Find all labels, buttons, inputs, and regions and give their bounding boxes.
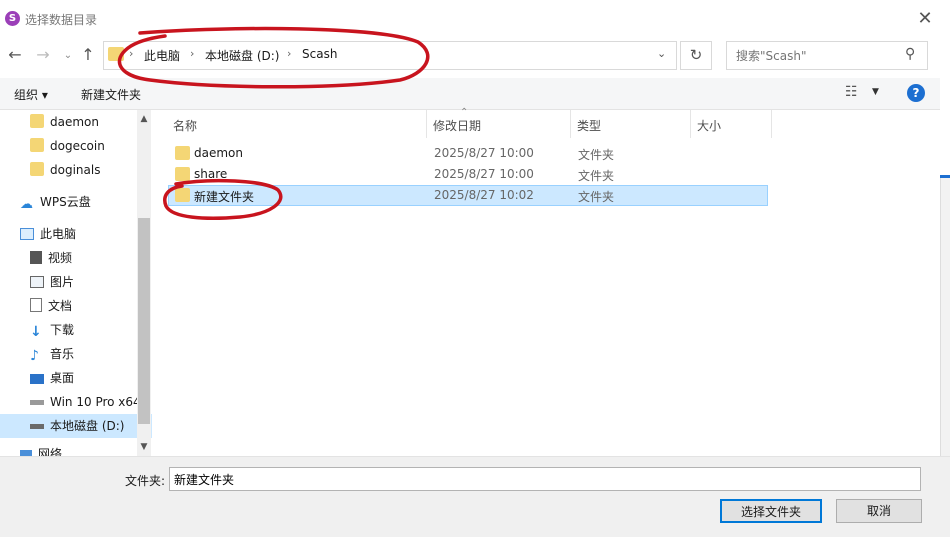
organize-button[interactable]: 组织 ▾ [14, 86, 48, 103]
sidebar-item-wps-cloud[interactable]: ☁ WPS云盘 [0, 190, 152, 214]
recent-locations-chevron-icon[interactable]: ⌄ [58, 45, 78, 67]
folder-icon [108, 47, 124, 61]
breadcrumb-local-disk-d[interactable]: 本地磁盘 (D:) [205, 47, 279, 64]
file-list-header: ⌃ 名称 修改日期 类型 大小 [168, 107, 773, 138]
select-folder-button[interactable]: 选择文件夹 [720, 499, 822, 523]
computer-icon [20, 228, 34, 240]
forward-arrow-icon[interactable]: → [33, 44, 53, 66]
document-icon [30, 298, 42, 312]
new-folder-button[interactable]: 新建文件夹 [81, 86, 141, 103]
view-dropdown-icon[interactable]: ▼ [872, 87, 879, 97]
sidebar-item-documents[interactable]: 文档 [0, 294, 152, 318]
window-title: 选择数据目录 [25, 13, 98, 27]
breadcrumb-scash[interactable]: Scash [302, 47, 337, 61]
folder-icon [30, 138, 44, 152]
chevron-right-icon[interactable]: › [287, 47, 291, 60]
scroll-up-icon[interactable]: ▲ [137, 110, 151, 128]
column-divider[interactable] [570, 110, 571, 138]
column-header-size[interactable]: 大小 [697, 117, 721, 134]
app-icon: S [5, 11, 20, 26]
view-options-icon[interactable]: ☷ [845, 84, 858, 100]
file-type: 文件夹 [578, 169, 615, 183]
scroll-down-icon[interactable]: ▼ [137, 438, 151, 456]
toolbar: 组织 ▾ 新建文件夹 ☷ ▼ [0, 78, 950, 110]
sidebar-item-local-disk-d[interactable]: 本地磁盘 (D:) [0, 414, 152, 438]
column-header-modified[interactable]: 修改日期 [433, 117, 481, 134]
file-modified: 2025/8/27 10:02 [434, 188, 534, 202]
video-icon [30, 251, 42, 264]
file-row-daemon[interactable]: daemon 2025/8/27 10:00 文件夹 [168, 143, 768, 164]
folder-icon [175, 146, 190, 160]
close-icon[interactable]: ✕ [911, 6, 939, 32]
file-type: 文件夹 [578, 148, 615, 162]
column-divider[interactable] [690, 110, 691, 138]
cloud-icon: ☁ [20, 197, 33, 212]
cancel-button[interactable]: 取消 [836, 499, 922, 523]
navigation-pane: daemon dogecoin doginals ☁ WPS云盘 此电脑 视频 图… [0, 110, 152, 456]
background-window [940, 0, 950, 178]
folder-icon [30, 162, 44, 176]
column-divider[interactable] [426, 110, 427, 138]
sidebar-item-desktop[interactable]: 桌面 [0, 366, 152, 390]
drive-icon [30, 400, 44, 405]
column-divider[interactable] [771, 110, 772, 138]
chevron-right-icon[interactable]: › [190, 47, 194, 60]
sidebar-item-doginals[interactable]: doginals [0, 158, 152, 182]
file-modified: 2025/8/27 10:00 [434, 146, 534, 160]
breadcrumb-this-pc[interactable]: 此电脑 [144, 47, 180, 64]
title-bar [0, 0, 950, 38]
folder-name-input[interactable] [169, 467, 921, 491]
folder-icon [175, 188, 190, 202]
address-bar[interactable]: › 此电脑 › 本地磁盘 (D:) › Scash ⌄ [103, 41, 677, 70]
up-arrow-icon[interactable]: ↑ [78, 44, 98, 66]
music-icon: ♪ [30, 348, 39, 364]
download-icon: ↓ [30, 324, 42, 340]
column-header-name[interactable]: 名称 [173, 117, 197, 134]
sidebar-item-dogecoin[interactable]: dogecoin [0, 134, 152, 158]
chevron-down-icon[interactable]: ⌄ [657, 47, 666, 60]
back-arrow-icon[interactable]: ← [5, 44, 25, 66]
search-input[interactable] [727, 42, 908, 69]
sidebar-scrollbar-thumb[interactable] [138, 218, 150, 424]
column-header-type[interactable]: 类型 [577, 117, 601, 134]
file-name: daemon [194, 146, 243, 160]
search-icon[interactable]: ⚲ [905, 46, 915, 62]
file-name: 新建文件夹 [194, 190, 255, 204]
folder-icon [175, 167, 190, 181]
file-type: 文件夹 [578, 190, 615, 204]
file-name: share [194, 167, 228, 181]
sidebar-item-pictures[interactable]: 图片 [0, 270, 152, 294]
folder-field-label: 文件夹: [125, 474, 166, 488]
sidebar-item-downloads[interactable]: ↓ 下载 [0, 318, 152, 342]
sidebar-item-network[interactable]: 网络 [0, 442, 152, 456]
sidebar-item-win10-drive[interactable]: Win 10 Pro x64 [0, 390, 152, 414]
picture-icon [30, 276, 44, 288]
chevron-right-icon[interactable]: › [129, 47, 133, 60]
sidebar-item-daemon[interactable]: daemon [0, 110, 152, 134]
sidebar-item-videos[interactable]: 视频 [0, 246, 152, 270]
drive-icon [30, 424, 44, 429]
help-icon[interactable]: ? [907, 84, 925, 102]
folder-icon [30, 114, 44, 128]
file-row-new-folder[interactable]: 新建文件夹 2025/8/27 10:02 文件夹 [168, 185, 768, 206]
search-box[interactable]: ⚲ [726, 41, 928, 70]
desktop-icon [30, 374, 44, 384]
refresh-icon[interactable]: ↻ [680, 41, 712, 70]
file-modified: 2025/8/27 10:00 [434, 167, 534, 181]
file-row-share[interactable]: share 2025/8/27 10:00 文件夹 [168, 164, 768, 185]
sidebar-item-this-pc[interactable]: 此电脑 [0, 222, 152, 246]
sidebar-item-music[interactable]: ♪ 音乐 [0, 342, 152, 366]
